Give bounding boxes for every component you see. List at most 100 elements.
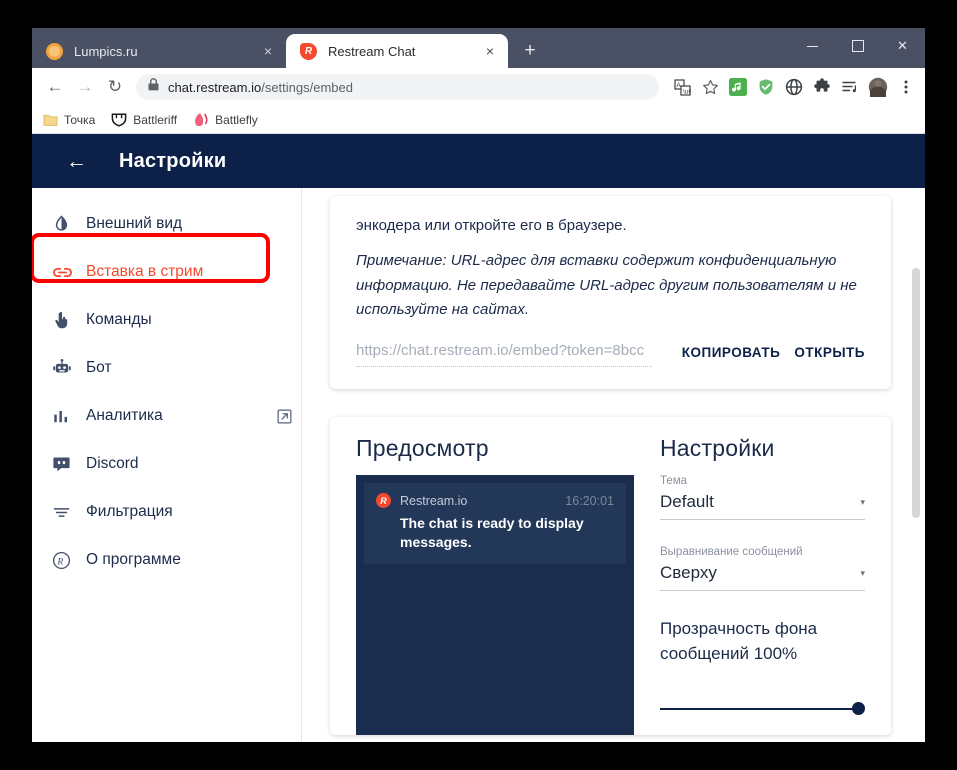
restream-icon: R <box>300 42 317 60</box>
sidebar-item-filtering[interactable]: Фильтрация <box>32 488 301 536</box>
address-bar[interactable]: chat.restream.io/settings/embed <box>136 74 659 100</box>
forward-button[interactable]: → <box>70 72 100 102</box>
globe-extension-icon[interactable] <box>781 74 807 100</box>
tab-title: Restream Chat <box>328 43 416 59</box>
filter-icon <box>52 503 86 522</box>
puzzle-extensions-icon[interactable] <box>809 74 835 100</box>
window-close-button[interactable]: ✕ <box>880 28 925 64</box>
copy-button[interactable]: КОПИРОВАТЬ <box>682 345 781 367</box>
content-scrollbar[interactable] <box>910 188 922 742</box>
preview-title: Предосмотр <box>356 435 489 462</box>
sidebar-item-label: Аналитика <box>86 407 163 424</box>
svg-text:A: A <box>676 82 681 89</box>
back-arrow-icon[interactable]: ← <box>66 151 87 172</box>
tab-title: Lumpics.ru <box>74 43 138 59</box>
theme-select[interactable]: Default ▾ <box>660 492 865 521</box>
theme-field: Тема Default ▾ <box>660 475 865 521</box>
embed-url-input[interactable]: https://chat.restream.io/embed?token=8bc… <box>356 342 652 368</box>
music-extension-icon[interactable] <box>725 74 751 100</box>
settings-content: энкодера или откройте его в браузере. Пр… <box>302 188 925 742</box>
restream-settings-app: ← Настройки Внешний вид Вставка в стрим <box>32 134 925 742</box>
alignment-value: Сверху <box>660 563 717 583</box>
app-body: Внешний вид Вставка в стрим Команды Бот … <box>32 188 925 742</box>
browser-tab-lumpics[interactable]: Lumpics.ru × <box>32 34 286 68</box>
embed-url-row: https://chat.restream.io/embed?token=8bc… <box>356 342 865 368</box>
reload-button[interactable]: ↻ <box>100 72 130 102</box>
playlist-icon[interactable] <box>837 74 863 100</box>
alignment-select[interactable]: Сверху ▾ <box>660 563 865 592</box>
opacity-slider[interactable] <box>660 702 865 716</box>
bookmark-battleriff[interactable]: Battleriff <box>111 112 177 128</box>
open-button[interactable]: ОТКРЫТЬ <box>794 345 865 367</box>
window-controls: ✕ <box>790 28 925 64</box>
lock-icon <box>148 78 159 96</box>
settings-column: Настройки Тема Default ▾ Выравнивание со… <box>660 435 865 735</box>
sidebar-item-label: Внешний вид <box>86 215 183 232</box>
three-dot-menu-icon[interactable] <box>893 74 919 100</box>
chat-preview-panel: R Restream.io 16:20:01 The chat is ready… <box>356 475 634 736</box>
sidebar-item-bot[interactable]: Бот <box>32 344 301 392</box>
hand-pointer-icon <box>52 311 86 330</box>
discord-icon <box>52 455 86 474</box>
sidebar-item-discord[interactable]: Discord <box>32 440 301 488</box>
browser-tab-restream-chat[interactable]: R Restream Chat × <box>286 34 508 68</box>
embed-url-card: энкодера или откройте его в браузере. Пр… <box>330 196 891 390</box>
bookmark-label: Battleriff <box>133 112 178 127</box>
sidebar-item-analytics[interactable]: Аналитика <box>32 392 301 440</box>
adguard-shield-icon[interactable] <box>753 74 779 100</box>
sidebar-item-about[interactable]: R О программе <box>32 536 301 584</box>
bookmarks-bar: Точка Battleriff Battlefly <box>32 106 925 134</box>
opacity-label: Прозрачность фона сообщений 100% <box>660 619 818 663</box>
restream-logo-icon: R <box>52 551 86 570</box>
preview-column: Предосмотр R Restream.io 16:20:01 The ch… <box>356 435 634 736</box>
slider-thumb[interactable] <box>852 702 865 716</box>
sidebar: Внешний вид Вставка в стрим Команды Бот … <box>32 188 302 742</box>
embed-instruction-text: энкодера или откройте его в браузере. <box>356 217 627 234</box>
message-author: Restream.io <box>400 493 468 508</box>
bookmark-star-icon[interactable] <box>697 74 723 100</box>
folder-icon <box>42 112 58 128</box>
sidebar-item-label: Команды <box>86 311 152 328</box>
embed-note-text: Примечание: URL-адрес для вставки содерж… <box>356 252 857 318</box>
profile-avatar[interactable] <box>865 74 891 100</box>
battleriff-icon <box>111 112 127 128</box>
message-timestamp: 16:20:01 <box>565 493 614 508</box>
browser-window: Lumpics.ru × R Restream Chat × + ✕ ← → ↻… <box>32 28 925 742</box>
sidebar-item-label: О программе <box>86 551 181 568</box>
external-link-icon[interactable] <box>267 409 301 424</box>
preview-chat-message: R Restream.io 16:20:01 The chat is ready… <box>364 483 626 564</box>
translate-icon[interactable]: A\u6587 <box>669 74 695 100</box>
url-text: chat.restream.io/settings/embed <box>168 79 353 95</box>
window-maximize-button[interactable] <box>835 28 880 64</box>
sidebar-item-label: Вставка в стрим <box>86 263 204 280</box>
chevron-down-icon: ▾ <box>860 496 865 507</box>
sidebar-item-label: Бот <box>86 359 112 376</box>
scrollbar-thumb[interactable] <box>912 268 920 518</box>
tab-close-icon[interactable]: × <box>480 41 500 61</box>
sidebar-item-label: Discord <box>86 455 139 472</box>
robot-icon <box>52 358 86 378</box>
back-button[interactable]: ← <box>40 72 70 102</box>
alignment-label: Выравнивание сообщений <box>660 546 803 559</box>
browser-toolbar: ← → ↻ chat.restream.io/settings/embed A \… <box>32 68 925 106</box>
bookmark-battlefly[interactable]: Battlefly <box>193 112 258 128</box>
preview-settings-card: Предосмотр R Restream.io 16:20:01 The ch… <box>330 417 891 736</box>
window-minimize-button[interactable] <box>790 28 835 64</box>
bar-chart-icon <box>52 407 86 426</box>
new-tab-button[interactable]: + <box>516 37 544 65</box>
message-text: The chat is ready to display messages. <box>400 515 584 551</box>
sidebar-item-embed[interactable]: Вставка в стрим <box>32 248 301 296</box>
message-header: R Restream.io 16:20:01 <box>376 493 614 509</box>
bookmark-tochka[interactable]: Точка <box>42 112 95 128</box>
sidebar-item-appearance[interactable]: Внешний вид <box>32 200 301 248</box>
slider-track[interactable] <box>660 707 854 711</box>
battlefly-icon <box>193 112 209 128</box>
page-title: Настройки <box>119 149 227 172</box>
theme-label: Тема <box>660 475 688 488</box>
svg-text:\u6587: \u6587 <box>683 88 691 95</box>
tab-close-icon[interactable]: × <box>258 41 278 61</box>
sidebar-item-commands[interactable]: Команды <box>32 296 301 344</box>
bookmark-label: Battlefly <box>215 112 258 127</box>
app-header: ← Настройки <box>32 134 925 188</box>
alignment-field: Выравнивание сообщений Сверху ▾ <box>660 546 865 592</box>
